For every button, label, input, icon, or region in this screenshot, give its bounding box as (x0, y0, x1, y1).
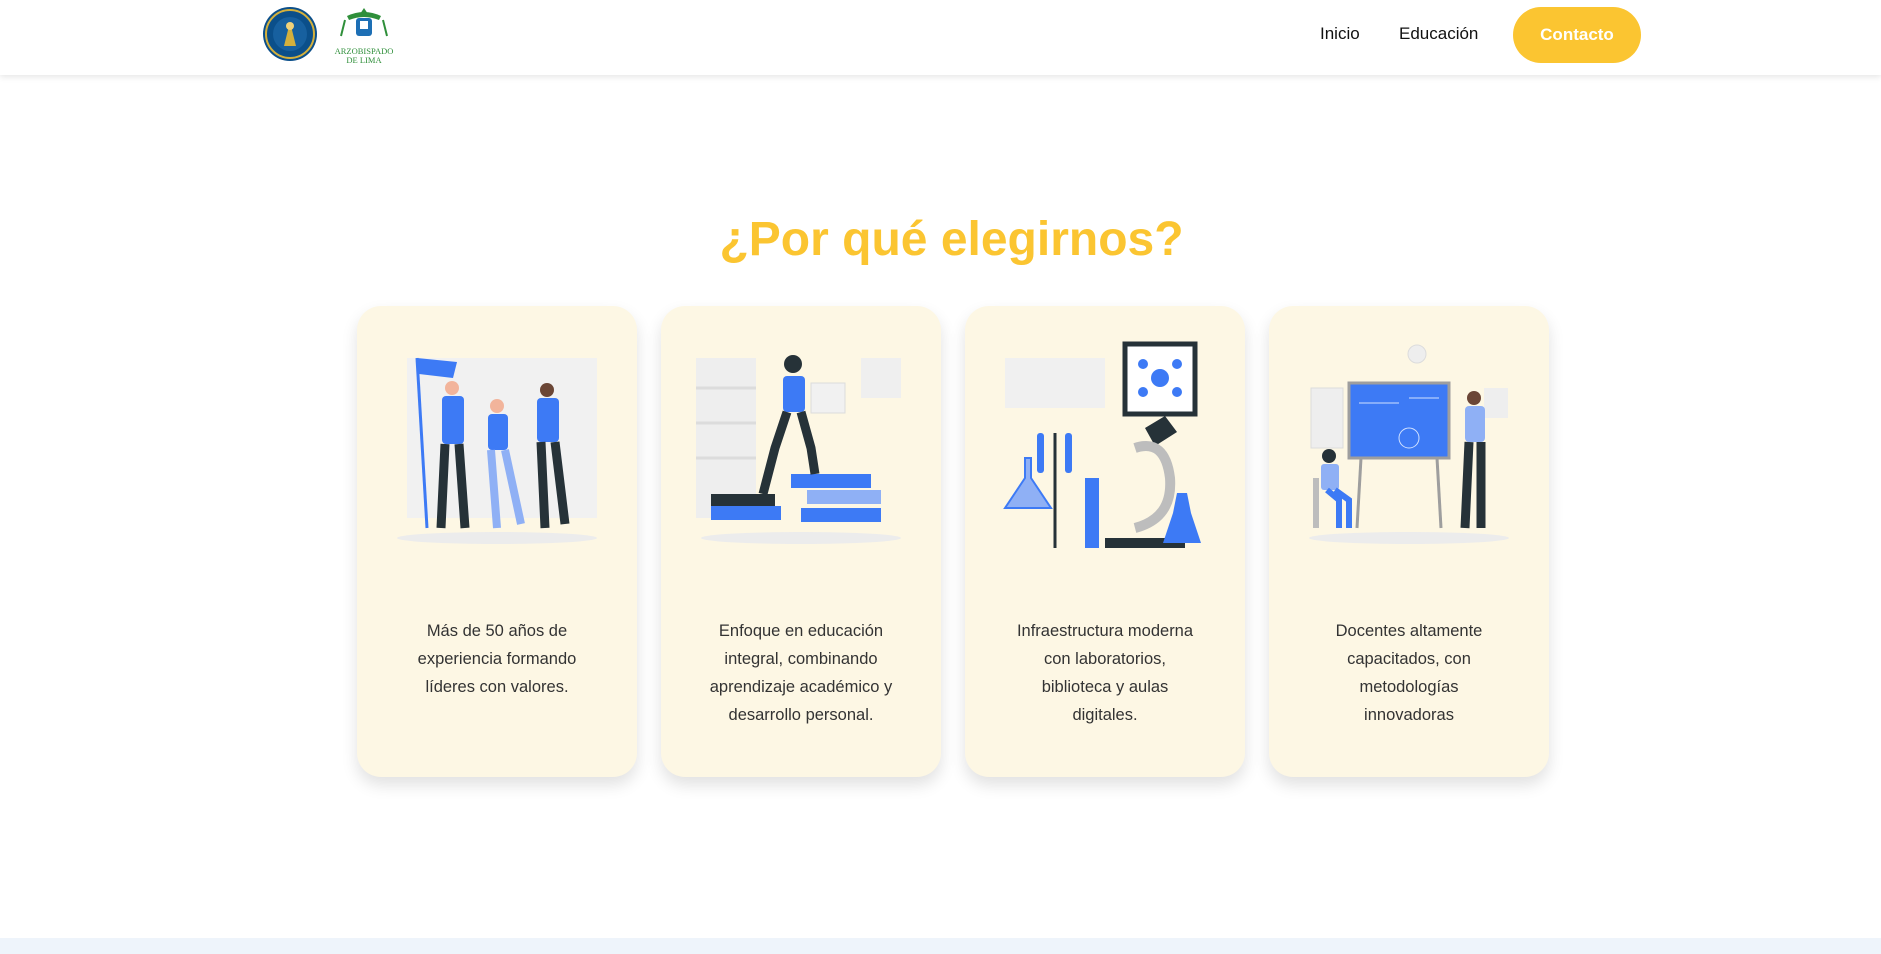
feature-card-text: Docentes altamente capacitados, con meto… (1335, 622, 1483, 724)
nav-link-inicio[interactable]: Inicio (1320, 24, 1360, 44)
feature-card-experience: Más de 50 años de experiencia formando l… (357, 306, 637, 777)
navbar: ARZOBISPADO DE LIMA Inicio Educación Con… (0, 0, 1881, 75)
nav-link-educacion[interactable]: Educación (1399, 24, 1478, 44)
arzobispado-text: ARZOBISPADO DE LIMA (334, 46, 394, 65)
teacher-classroom-illustration-icon (1309, 344, 1509, 544)
feature-card-teachers: Docentes altamente capacitados, con meto… (1269, 306, 1549, 777)
leaders-team-illustration-icon (397, 357, 597, 544)
feature-card-text: Más de 50 años de experiencia formando l… (417, 622, 577, 696)
school-crest-logo[interactable] (262, 6, 318, 62)
feature-card-text: Enfoque en educación integral, combinand… (709, 622, 893, 724)
section-title: ¿Por qué elegirnos? (719, 213, 1184, 266)
bishop-coat-of-arms-icon (340, 8, 388, 37)
laboratory-illustration-icon (1003, 341, 1201, 548)
footer-strip (0, 938, 1881, 954)
contact-button[interactable]: Contacto (1513, 7, 1641, 63)
feature-card-integral: Enfoque en educación integral, combinand… (661, 306, 941, 777)
feature-card-text: Infraestructura moderna con laboratorios… (1016, 622, 1194, 724)
books-stairs-illustration-icon (696, 355, 901, 544)
feature-card-infrastructure: Infraestructura moderna con laboratorios… (965, 306, 1245, 777)
arzobispado-logo[interactable]: ARZOBISPADO DE LIMA (333, 6, 395, 65)
